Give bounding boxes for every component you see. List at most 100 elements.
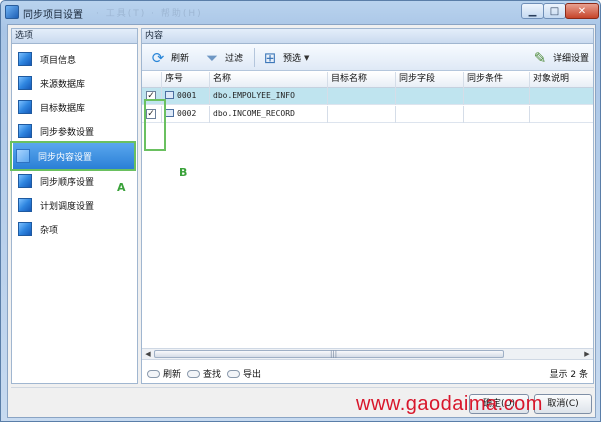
window-title: 同步项目设置: [23, 10, 83, 21]
dialog-client-area: 选项 项目信息 来源数据库 目标数据库 同步参数设置 同步内容设置 同步顺序设置…: [7, 24, 596, 418]
chevron-down-icon: ▼: [304, 53, 310, 62]
background-menu-ghost: · 工具(T) · 帮助(H): [96, 9, 203, 19]
filter-label: 过滤: [225, 54, 244, 64]
option-label: 目标数据库: [40, 103, 86, 114]
maximize-icon: □: [549, 5, 560, 17]
option-misc[interactable]: 杂项: [15, 218, 133, 240]
table-icon: [165, 91, 174, 99]
app-icon: [5, 5, 19, 19]
content-grid: 序号 名称 目标名称 同步字段 同步条件 对象说明 ✓ 0001 dbo.EMP…: [142, 72, 593, 348]
grid-header: 序号 名称 目标名称 同步字段 同步条件 对象说明: [142, 72, 593, 88]
option-source-db[interactable]: 来源数据库: [15, 72, 133, 94]
annotation-box-b: [144, 99, 166, 151]
dialog-window: 同步项目设置 · 工具(T) · 帮助(H) ▁ □ ✕ 选项 项目信息 来源数…: [0, 0, 601, 422]
title-bar[interactable]: 同步项目设置 · 工具(T) · 帮助(H) ▁ □ ✕: [1, 1, 600, 23]
annotation-label-b: B: [179, 166, 188, 179]
grid-header-desc[interactable]: 对象说明: [530, 72, 593, 88]
minimize-button[interactable]: ▁: [521, 3, 544, 19]
preview-label: 预选: [283, 54, 302, 64]
row-condition-cell[interactable]: [464, 106, 530, 123]
option-icon: [18, 100, 32, 114]
grid-header-seq[interactable]: 序号: [162, 72, 210, 88]
filter-button[interactable]: ⏷ 过滤: [202, 47, 243, 68]
option-project-info[interactable]: 项目信息: [15, 48, 133, 70]
scroll-right-icon[interactable]: ▶: [581, 349, 593, 359]
refresh-pill-icon: [147, 369, 160, 378]
status-refresh-label: 刷新: [163, 370, 182, 380]
option-label: 同步参数设置: [40, 127, 95, 138]
detail-settings-label: 详细设置: [553, 54, 590, 64]
row-seq-cell: 0002: [162, 106, 210, 123]
funnel-icon: ⏷: [205, 48, 218, 67]
grid-header-check: [142, 72, 162, 88]
grip-icon: |||: [330, 350, 338, 358]
row-target-cell[interactable]: [328, 106, 396, 123]
option-icon: [18, 198, 32, 212]
option-target-db[interactable]: 目标数据库: [15, 96, 133, 118]
scroll-thumb[interactable]: |||: [154, 350, 504, 358]
grid-statusbar: 刷新 查找 导出 显示 2 条: [142, 362, 593, 383]
row-desc-cell[interactable]: [530, 88, 593, 105]
minimize-icon: ▁: [528, 5, 537, 17]
horizontal-scrollbar[interactable]: ◀ ||| ▶: [142, 348, 593, 360]
record-count: 显示 2 条: [549, 370, 588, 380]
table-row[interactable]: ✓ 0001 dbo.EMPOLYEE_INFO: [142, 88, 593, 105]
detail-settings-button[interactable]: ✎ 详细设置: [530, 47, 589, 68]
option-icon: [18, 124, 32, 138]
grid-header-fields[interactable]: 同步字段: [396, 72, 464, 88]
row-target-cell[interactable]: [328, 88, 396, 105]
status-refresh-link[interactable]: 刷新: [147, 367, 181, 380]
row-condition-cell[interactable]: [464, 88, 530, 105]
refresh-button[interactable]: ⟳ 刷新: [148, 47, 189, 68]
table-icon: [165, 109, 174, 117]
grid-header-condition[interactable]: 同步条件: [464, 72, 530, 88]
scroll-left-icon[interactable]: ◀: [142, 349, 154, 359]
status-export-link[interactable]: 导出: [227, 367, 261, 380]
grid-header-target[interactable]: 目标名称: [328, 72, 396, 88]
options-header: 选项: [12, 29, 137, 44]
toolbar-separator: [254, 48, 255, 67]
option-sync-params[interactable]: 同步参数设置: [15, 120, 133, 142]
status-find-label: 查找: [203, 370, 222, 380]
status-find-link[interactable]: 查找: [187, 367, 221, 380]
row-fields-cell[interactable]: [396, 88, 464, 105]
find-pill-icon: [187, 369, 200, 378]
option-label: 杂项: [40, 225, 59, 236]
row-seq-cell: 0001: [162, 88, 210, 105]
refresh-label: 刷新: [171, 54, 190, 64]
option-icon: [18, 222, 32, 236]
export-pill-icon: [227, 369, 240, 378]
option-label: 同步顺序设置: [40, 177, 95, 188]
preview-grid-icon: ⊞: [263, 48, 277, 67]
grid-header-name[interactable]: 名称: [210, 72, 328, 88]
row-fields-cell[interactable]: [396, 106, 464, 123]
status-export-label: 导出: [243, 370, 262, 380]
option-label: 来源数据库: [40, 79, 86, 90]
annotation-box-a: [10, 141, 136, 171]
content-toolbar: ⟳ 刷新 ⏷ 过滤 ⊞ 预选 ▼ ✎ 详细设置: [142, 44, 593, 71]
option-icon: [18, 52, 32, 66]
close-icon: ✕: [577, 5, 587, 17]
option-label: 计划调度设置: [40, 201, 95, 212]
watermark-text: www.gaodaima.com: [356, 393, 543, 415]
preview-dropdown-button[interactable]: ⊞ 预选 ▼: [260, 47, 310, 68]
annotation-label-a: A: [117, 181, 126, 194]
row-seq: 0002: [177, 109, 197, 118]
refresh-icon: ⟳: [151, 48, 165, 67]
maximize-button[interactable]: □: [543, 3, 566, 19]
option-icon: [18, 174, 32, 188]
close-button[interactable]: ✕: [565, 3, 599, 19]
row-name-cell: dbo.EMPOLYEE_INFO: [210, 88, 328, 105]
option-label: 项目信息: [40, 55, 77, 66]
option-icon: [18, 76, 32, 90]
content-panel: 内容 ⟳ 刷新 ⏷ 过滤 ⊞ 预选 ▼ ✎ 详细设置 序号 名称 目标名称 同步…: [141, 28, 594, 384]
option-sync-order[interactable]: 同步顺序设置: [15, 170, 133, 192]
detail-settings-icon: ✎: [533, 48, 547, 67]
row-desc-cell[interactable]: [530, 106, 593, 123]
table-row[interactable]: ✓ 0002 dbo.INCOME_RECORD: [142, 106, 593, 123]
option-schedule[interactable]: 计划调度设置: [15, 194, 133, 216]
row-name-cell: dbo.INCOME_RECORD: [210, 106, 328, 123]
row-seq: 0001: [177, 91, 197, 100]
content-header: 内容: [142, 29, 593, 44]
options-panel: 选项 项目信息 来源数据库 目标数据库 同步参数设置 同步内容设置 同步顺序设置…: [10, 28, 138, 384]
